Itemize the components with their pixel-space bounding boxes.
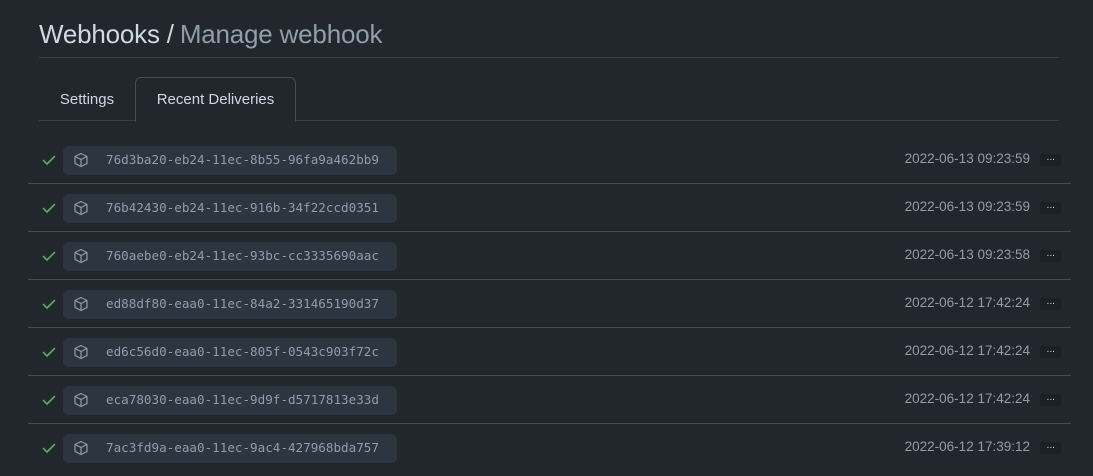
check-icon [42,251,56,261]
kebab-horizontal-icon: ··· [1046,250,1055,261]
kebab-horizontal-icon: ··· [1046,154,1055,165]
kebab-horizontal-icon: ··· [1046,202,1055,213]
deliveries-list: 76d3ba20-eb24-11ec-8b55-96fa9a462bb9 202… [28,136,1071,472]
delivery-guid: 760aebe0-eb24-11ec-93bc-cc3335690aac [106,248,379,263]
delivery-guid-button[interactable]: 76b42430-eb24-11ec-916b-34f22ccd0351 [63,194,397,223]
delivery-timestamp: 2022-06-12 17:42:24 [904,343,1030,358]
tab-settings[interactable]: Settings [39,77,135,121]
check-icon [42,395,56,405]
delivery-row[interactable]: eca78030-eaa0-11ec-9d9f-d5717813e33d 202… [28,376,1071,424]
delivery-row[interactable]: ed88df80-eaa0-11ec-84a2-331465190d37 202… [28,280,1071,328]
breadcrumb-separator: / [166,19,174,49]
delivery-guid: ed6c56d0-eaa0-11ec-805f-0543c903f72c [106,344,379,359]
delivery-guid-button[interactable]: 760aebe0-eb24-11ec-93bc-cc3335690aac [63,242,397,271]
delivery-row[interactable]: 76d3ba20-eb24-11ec-8b55-96fa9a462bb9 202… [28,136,1071,184]
check-icon [42,443,56,453]
tab-recent-deliveries[interactable]: Recent Deliveries [135,77,296,122]
delivery-guid: 76d3ba20-eb24-11ec-8b55-96fa9a462bb9 [106,152,379,167]
more-actions-button[interactable]: ··· [1040,346,1061,358]
delivery-row[interactable]: 760aebe0-eb24-11ec-93bc-cc3335690aac 202… [28,232,1071,280]
more-actions-button[interactable]: ··· [1040,154,1061,166]
kebab-horizontal-icon: ··· [1046,394,1055,405]
kebab-horizontal-icon: ··· [1046,442,1055,453]
tab-settings-label: Settings [59,90,115,108]
package-icon [74,392,88,408]
delivery-row[interactable]: 76b42430-eb24-11ec-916b-34f22ccd0351 202… [28,184,1071,232]
package-icon [74,296,88,312]
delivery-timestamp: 2022-06-13 09:23:58 [904,247,1030,262]
package-icon [74,152,88,168]
delivery-guid: 7ac3fd9a-eaa0-11ec-9ac4-427968bda757 [106,440,379,455]
package-icon [74,344,88,360]
delivery-guid-button[interactable]: 7ac3fd9a-eaa0-11ec-9ac4-427968bda757 [63,434,397,463]
more-actions-button[interactable]: ··· [1040,250,1061,262]
more-actions-button[interactable]: ··· [1040,442,1061,454]
breadcrumb-webhooks-link[interactable]: Webhooks [39,19,160,50]
delivery-guid-button[interactable]: 76d3ba20-eb24-11ec-8b55-96fa9a462bb9 [63,146,397,175]
page-title: Webhooks / Manage webhook [39,12,1059,58]
delivery-timestamp: 2022-06-13 09:23:59 [904,199,1030,214]
check-icon [42,299,56,309]
delivery-guid: 76b42430-eb24-11ec-916b-34f22ccd0351 [106,200,379,215]
check-icon [42,203,56,213]
manage-webhook-page: Webhooks / Manage webhook Settings Recen… [0,0,1093,476]
delivery-guid-button[interactable]: eca78030-eaa0-11ec-9d9f-d5717813e33d [63,386,397,415]
tab-bar: Settings Recent Deliveries [39,77,1059,122]
breadcrumb-current: Manage webhook [179,19,383,49]
more-actions-button[interactable]: ··· [1040,202,1061,214]
delivery-timestamp: 2022-06-13 09:23:59 [904,151,1030,166]
tab-recent-deliveries-label: Recent Deliveries [156,91,275,108]
check-icon [42,347,56,357]
kebab-horizontal-icon: ··· [1046,298,1055,309]
package-icon [74,200,88,216]
delivery-guid: ed88df80-eaa0-11ec-84a2-331465190d37 [106,296,379,311]
delivery-guid: eca78030-eaa0-11ec-9d9f-d5717813e33d [106,392,379,407]
delivery-row[interactable]: 7ac3fd9a-eaa0-11ec-9ac4-427968bda757 202… [28,424,1071,472]
delivery-timestamp: 2022-06-12 17:42:24 [904,295,1030,310]
more-actions-button[interactable]: ··· [1040,298,1061,310]
package-icon [74,440,88,456]
kebab-horizontal-icon: ··· [1046,346,1055,357]
delivery-timestamp: 2022-06-12 17:39:12 [904,439,1030,454]
delivery-row[interactable]: ed6c56d0-eaa0-11ec-805f-0543c903f72c 202… [28,328,1071,376]
delivery-guid-button[interactable]: ed88df80-eaa0-11ec-84a2-331465190d37 [63,290,397,319]
check-icon [42,155,56,165]
more-actions-button[interactable]: ··· [1040,394,1061,406]
package-icon [74,248,88,264]
delivery-timestamp: 2022-06-12 17:42:24 [904,391,1030,406]
delivery-guid-button[interactable]: ed6c56d0-eaa0-11ec-805f-0543c903f72c [63,338,397,367]
